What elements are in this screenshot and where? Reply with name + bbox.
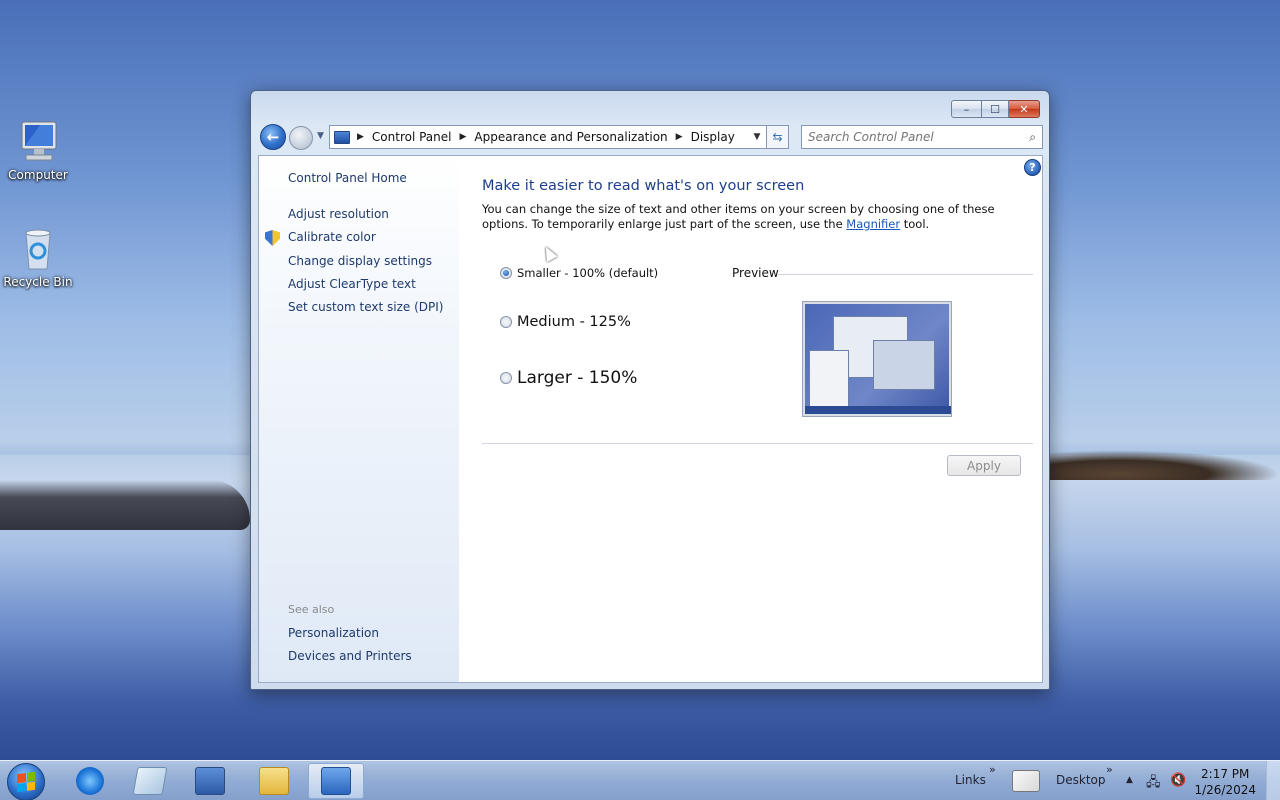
link-adjust-resolution[interactable]: Adjust resolution: [288, 207, 389, 221]
breadcrumb-separator-icon[interactable]: ▶: [676, 132, 683, 142]
radio-larger[interactable]: [500, 372, 512, 384]
taskbar: Links » Desktop » ▲ 🖧 🔇 2:17 PM 1/26/202…: [0, 760, 1280, 800]
clock-time: 2:17 PM: [1201, 767, 1250, 781]
breadcrumb-display[interactable]: Display: [691, 130, 735, 144]
taskbar-notepad[interactable]: [122, 763, 178, 799]
breadcrumb-separator-icon[interactable]: ▶: [460, 132, 467, 142]
left-task-pane: Control Panel Home Adjust resolution Cal…: [259, 156, 459, 682]
taskbar-paint[interactable]: [1006, 763, 1046, 799]
desktop-icon-recycle-bin[interactable]: Recycle Bin: [0, 225, 76, 289]
windows-logo-icon: [17, 771, 35, 793]
desktop-icon-label: Computer: [8, 168, 68, 182]
pen-tablet-icon: [1012, 770, 1040, 792]
caption-buttons: – ☐ ✕: [951, 100, 1040, 118]
link-custom-text-size[interactable]: Set custom text size (DPI): [288, 300, 443, 314]
links-toolbar[interactable]: Links: [955, 773, 986, 787]
network-computer-icon: [195, 767, 225, 795]
control-panel-icon: [321, 767, 351, 795]
link-adjust-cleartype[interactable]: Adjust ClearType text: [288, 277, 416, 291]
address-bar[interactable]: ▶ Control Panel ▶ Appearance and Persona…: [329, 125, 789, 149]
preview-label: Preview: [732, 266, 779, 280]
close-button[interactable]: ✕: [1009, 100, 1040, 118]
desktop-icon-computer[interactable]: Computer: [0, 118, 76, 182]
recent-pages-dropdown[interactable]: ▼: [317, 131, 324, 141]
link-devices-and-printers[interactable]: Devices and Printers: [288, 649, 412, 663]
notepad-icon: [132, 767, 168, 795]
option-smaller[interactable]: Smaller - 100% (default): [500, 266, 658, 280]
radio-medium[interactable]: [500, 316, 512, 328]
minimize-button[interactable]: –: [951, 100, 982, 118]
search-icon[interactable]: ⌕: [1029, 130, 1036, 145]
desktop-icon-label: Recycle Bin: [3, 275, 73, 289]
refresh-button[interactable]: ⇆: [766, 126, 788, 148]
section-divider: [482, 443, 1033, 444]
wallpaper-rocks: [0, 480, 250, 530]
desktop-toolbar[interactable]: Desktop: [1056, 773, 1106, 787]
address-dropdown-icon[interactable]: ▼: [748, 132, 766, 142]
preview-taskbar: [805, 406, 951, 414]
help-icon[interactable]: ?: [1024, 159, 1041, 176]
maximize-button[interactable]: ☐: [982, 100, 1009, 118]
folder-icon: [259, 767, 289, 795]
see-also-label: See also: [288, 603, 335, 616]
wallpaper-rocks-right: [1050, 450, 1280, 480]
description-text-end: tool.: [900, 217, 930, 231]
navigation-bar: ← ▼ ▶ Control Panel ▶ Appearance and Per…: [259, 124, 1043, 150]
preview-divider: [778, 274, 1033, 275]
network-tray-icon[interactable]: 🖧: [1146, 773, 1161, 795]
taskbar-control-panel[interactable]: [308, 763, 364, 799]
preview-window-icon: [873, 340, 935, 390]
back-button[interactable]: ←: [260, 124, 286, 150]
breadcrumb-control-panel[interactable]: Control Panel: [372, 130, 452, 144]
clock[interactable]: 2:17 PM 1/26/2024: [1194, 766, 1256, 798]
link-control-panel-home[interactable]: Control Panel Home: [288, 171, 407, 185]
link-personalization[interactable]: Personalization: [288, 626, 379, 640]
clock-date: 1/26/2024: [1194, 783, 1256, 797]
taskbar-network[interactable]: [182, 763, 238, 799]
taskbar-internet-explorer[interactable]: [62, 763, 118, 799]
link-calibrate-color[interactable]: Calibrate color: [288, 230, 376, 244]
magnifier-link[interactable]: Magnifier: [846, 217, 900, 231]
content-area: Control Panel Home Adjust resolution Cal…: [258, 155, 1043, 683]
taskbar-explorer[interactable]: [246, 763, 302, 799]
breadcrumb-appearance[interactable]: Appearance and Personalization: [474, 130, 667, 144]
breadcrumb-separator-icon[interactable]: ▶: [357, 132, 364, 142]
volume-muted-icon[interactable]: 🔇: [1170, 773, 1186, 788]
main-pane: ? Make it easier to read what's on your …: [482, 156, 1042, 682]
internet-explorer-icon: [76, 767, 104, 795]
show-hidden-icons-icon[interactable]: ▲: [1126, 775, 1133, 785]
desktop-overflow-icon[interactable]: »: [1106, 763, 1113, 776]
option-medium[interactable]: Medium - 125%: [500, 314, 631, 330]
preview-image: [802, 301, 952, 417]
start-button[interactable]: [7, 763, 45, 800]
link-change-display-settings[interactable]: Change display settings: [288, 254, 432, 268]
forward-button[interactable]: [289, 126, 313, 150]
page-heading: Make it easier to read what's on your sc…: [482, 178, 805, 194]
option-label: Smaller - 100% (default): [517, 266, 659, 280]
radio-smaller[interactable]: [500, 267, 512, 279]
option-label: Larger - 150%: [517, 368, 638, 388]
uac-shield-icon: [265, 230, 280, 246]
show-desktop-button[interactable]: [1266, 761, 1280, 800]
search-input[interactable]: [808, 130, 1013, 144]
links-overflow-icon[interactable]: »: [989, 763, 996, 776]
apply-button[interactable]: Apply: [947, 455, 1021, 476]
control-panel-icon: [334, 130, 350, 144]
preview-window-icon: [809, 350, 849, 408]
recycle-bin-icon: [14, 225, 62, 273]
option-larger[interactable]: Larger - 150%: [500, 368, 637, 388]
control-panel-window: – ☐ ✕ ← ▼ ▶ Control Panel ▶ Appearance a…: [250, 90, 1050, 690]
computer-icon: [14, 118, 62, 166]
option-label: Medium - 125%: [517, 314, 631, 330]
search-box[interactable]: ⌕: [801, 125, 1043, 149]
arrow-left-icon: ←: [266, 128, 280, 146]
page-description: You can change the size of text and othe…: [482, 202, 1027, 232]
